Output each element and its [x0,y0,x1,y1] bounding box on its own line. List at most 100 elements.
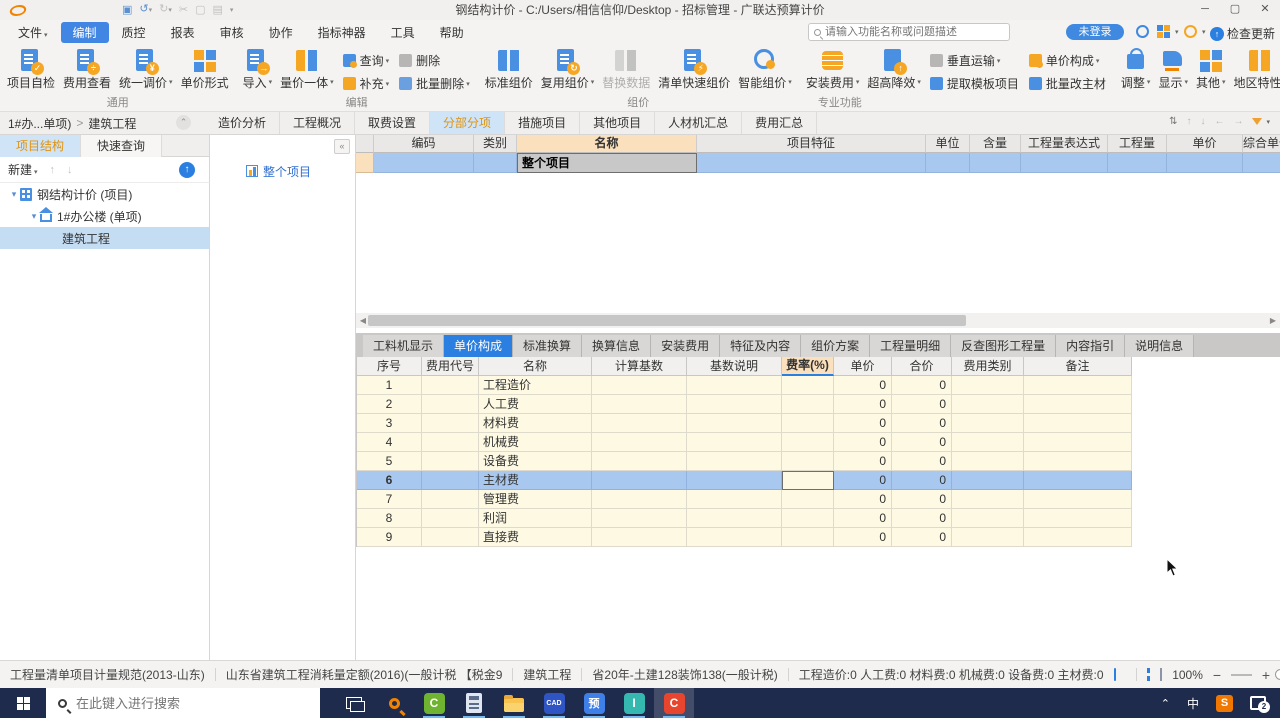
detail-tab-standard-conversion[interactable]: 标准换算 [513,335,583,357]
dcol-unit-price[interactable]: 单价 [834,357,892,376]
taskbar-search-input[interactable] [76,695,320,711]
filter-icon[interactable]: ▾ [1252,118,1270,126]
horizontal-scrollbar[interactable]: ◀ ▶ [356,313,1280,328]
app-camtasia-recorder[interactable]: C [654,688,694,718]
fee-row[interactable]: 5 设备费 00 [357,452,1132,471]
detail-tab-labor-material[interactable]: 工料机显示 [363,335,445,357]
dcol-rate[interactable]: 费率(%) [782,357,834,376]
tree-caret-icon[interactable]: ▾ [8,189,20,200]
detail-tab-content-guide[interactable]: 内容指引 [1056,335,1126,357]
menu-file[interactable]: 文件 ▾ [6,22,60,43]
tab-measure-items[interactable]: 措施项目 [505,112,581,134]
row-height-icon[interactable]: ⇅ [1169,116,1177,127]
fee-row-selected[interactable]: 6 主材费 00 [357,471,1132,490]
task-view-button[interactable] [334,688,374,718]
sidebar-tab-quick-query[interactable]: 快速查询 [81,135,163,157]
extract-template-button[interactable]: 提取模板项目 [925,72,1024,95]
fee-row[interactable]: 8 利润 00 [357,509,1132,528]
collapse-panel-icon[interactable]: « [334,139,350,154]
sogou-icon[interactable]: S [1216,694,1233,712]
breadcrumb-project[interactable]: 建筑工程 [88,115,136,132]
col-comprehensive-price[interactable]: 综合单价 [1243,135,1280,153]
zoom-slider[interactable] [1231,668,1280,680]
dcol-remark[interactable]: 备注 [1024,357,1132,376]
coin-menu-icon[interactable]: ▾ [1184,25,1206,38]
move-up-icon[interactable]: ↑ [1186,116,1191,127]
collapse-ribbon-icon[interactable]: ⌃ [1266,25,1276,39]
boq-row-whole-project[interactable]: 整个项目 [356,153,1280,173]
scrollbar-thumb[interactable] [368,315,966,326]
save-icon[interactable]: ▣ [122,0,132,20]
region-feature-button[interactable]: 地区特性▾ [1230,46,1280,92]
col-qty-expression[interactable]: 工程量表达式 [1021,135,1108,153]
fee-row[interactable]: 7 管理费 00 [357,490,1132,509]
tray-expand-icon[interactable]: ⌃ [1161,697,1170,710]
detail-tab-graphic-quantity[interactable]: 反查图形工程量 [951,335,1057,357]
menu-zhibiao[interactable]: 指标神器 [306,22,378,43]
view-mode-icon[interactable] [1147,668,1150,681]
display-button[interactable]: 显示 ▾ [1154,46,1192,92]
detail-tab-unit-price-compose[interactable]: 单价构成 [444,335,514,357]
detail-tab-pricing-scheme[interactable]: 组价方案 [801,335,871,357]
start-button[interactable] [0,688,46,718]
height-reduce-button[interactable]: ↑ 超高降效 ▾ [863,46,925,92]
apps-grid-icon[interactable]: ▾ [1157,25,1179,38]
menu-shenhe[interactable]: 审核 [208,22,256,43]
fee-view-button[interactable]: ÷ 费用查看 [59,46,115,92]
detail-tab-feature-content[interactable]: 特征及内容 [720,335,802,357]
fee-row[interactable]: 1 工程造价 00 [357,376,1132,395]
app-yusuan[interactable]: 预 [574,688,614,718]
login-button[interactable]: 未登录 [1066,24,1124,40]
app-file-explorer[interactable] [494,688,534,718]
customize-qat-icon[interactable]: ▾ [230,0,234,21]
detail-tab-description[interactable]: 说明信息 [1125,335,1195,357]
row-handle[interactable] [356,153,374,173]
reuse-pricing-button[interactable]: ↻ 复用组价 ▾ [537,46,599,92]
fee-row[interactable]: 4 机械费 00 [357,433,1132,452]
app-camtasia[interactable]: C [414,688,454,718]
tree-up-icon[interactable]: ↑ [50,164,56,176]
new-button[interactable]: 新建 ▾ [8,161,38,178]
quantity-price-button[interactable]: 量价一体 ▾ [276,46,338,92]
tab-cost-analysis[interactable]: 造价分析 [205,112,281,134]
install-fee-button[interactable]: 安装费用 ▾ [802,46,864,92]
tree-down-icon[interactable]: ↓ [67,164,73,176]
dcol-fee-code[interactable]: 费用代号 [422,357,479,376]
unit-price-form-button[interactable]: 单价形式 [177,46,233,92]
menu-bianzhi[interactable]: 编制 [60,21,109,43]
adjust-button[interactable]: 调整 ▾ [1117,46,1155,92]
dcol-fee-category[interactable]: 费用类别 [952,357,1024,376]
app-i-tool[interactable]: I [614,688,654,718]
zoom-in-icon[interactable]: + [1262,667,1270,683]
project-selfcheck-button[interactable]: ✓ 项目自检 [3,46,59,92]
vertical-transport-button[interactable]: 垂直运输 ▾ [925,49,1024,72]
clause-root-item[interactable]: 整个项目 [210,161,356,181]
move-left-icon[interactable]: ← [1214,116,1224,127]
standard-pricing-button[interactable]: 标准组价 [481,46,537,92]
detail-tab-quantity-detail[interactable]: 工程量明细 [870,335,952,357]
maximize-button[interactable]: ▢ [1220,0,1250,20]
menu-zhikong[interactable]: 质控 [110,22,158,43]
unified-price-adjust-button[interactable]: ¥ 统一调价 ▾ [115,46,177,92]
tree-item-unit-project[interactable]: ▾ 1#办公楼 (单项) [0,205,209,227]
batch-delete-button[interactable]: 批量删除 ▾ [394,72,475,95]
zoom-out-icon[interactable]: − [1213,667,1221,683]
col-content[interactable]: 含量 [970,135,1021,153]
supplement-button[interactable]: 补充 ▾ [338,72,395,95]
move-down-icon[interactable]: ↓ [1200,116,1205,127]
tab-fee-summary[interactable]: 费用汇总 [742,112,818,134]
tab-fee-setting[interactable]: 取费设置 [355,112,431,134]
fee-row[interactable]: 2 人工费 00 [357,395,1132,414]
copy-icon[interactable]: ▢ [195,0,205,20]
col-unit[interactable]: 单位 [926,135,970,153]
col-category[interactable]: 类别 [474,135,517,153]
split-view-icon[interactable] [1159,668,1163,681]
tab-project-overview[interactable]: 工程概况 [280,112,356,134]
tab-subsection[interactable]: 分部分项 [430,112,506,134]
fee-row[interactable]: 9 直接费 00 [357,528,1132,547]
tree-item-project[interactable]: ▾ 钢结构计价 (项目) [0,183,209,205]
cut-icon[interactable]: ✂ [179,0,188,20]
tab-labor-material-summary[interactable]: 人材机汇总 [655,112,743,134]
dcol-seq[interactable]: 序号 [357,357,422,376]
function-search-input[interactable] [825,26,1004,38]
